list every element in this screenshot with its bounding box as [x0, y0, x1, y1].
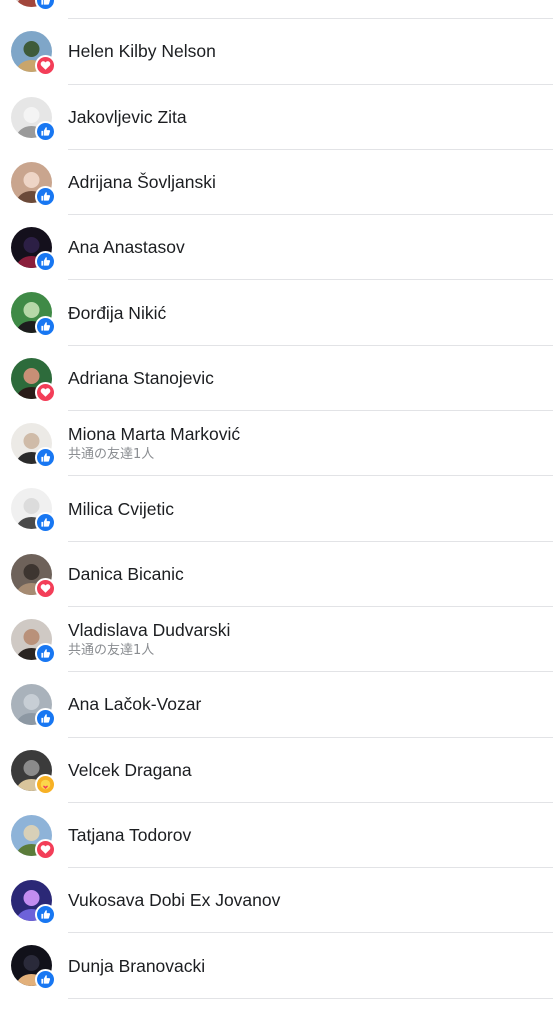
- like-icon: [35, 120, 56, 142]
- reaction-row[interactable]: Jakovljevic Zita: [0, 85, 553, 151]
- reaction-row-text: Adriana Stanojevic: [68, 346, 543, 411]
- like-icon: [35, 0, 56, 11]
- user-name[interactable]: Vladislava Dudvarski: [68, 620, 543, 641]
- like-icon: [35, 251, 56, 273]
- user-name[interactable]: Vukosava Dobi Ex Jovanov: [68, 890, 543, 911]
- avatar-container[interactable]: [11, 684, 56, 730]
- user-name[interactable]: Adriana Stanojevic: [68, 368, 543, 389]
- reaction-row[interactable]: Miona Marta Marković 共通の友達1人: [0, 411, 553, 477]
- reaction-row[interactable]: Ana Anastasov: [0, 215, 553, 281]
- reaction-row-text: Vladislava Dudvarski 共通の友達1人: [68, 607, 543, 672]
- avatar-container[interactable]: [11, 0, 56, 11]
- reactions-list: Marija Vladimir Prijić Helen Kilby Nelson…: [0, 0, 553, 1000]
- avatar-container[interactable]: [11, 357, 56, 403]
- user-name[interactable]: Ana Lačok-Vozar: [68, 694, 543, 715]
- avatar-container[interactable]: [11, 423, 56, 469]
- mutual-friends-label: 共通の友達1人: [68, 643, 155, 659]
- reaction-row[interactable]: Đorđija Nikić: [0, 280, 553, 347]
- user-name[interactable]: Milica Cvijetic: [68, 499, 543, 520]
- user-name[interactable]: Velcek Dragana: [68, 760, 543, 781]
- like-icon: [35, 708, 56, 730]
- reaction-row-text: Velcek Dragana: [68, 738, 543, 803]
- avatar-container[interactable]: [11, 618, 56, 664]
- avatar-container[interactable]: [11, 31, 56, 77]
- avatar-container[interactable]: [11, 161, 56, 207]
- reaction-row-text: Ana Anastasov: [68, 215, 543, 280]
- reaction-row-text: Vukosava Dobi Ex Jovanov: [68, 868, 543, 933]
- heart-icon: [35, 577, 56, 599]
- reaction-row[interactable]: Marija Vladimir Prijić: [0, 0, 553, 20]
- user-name[interactable]: Dunja Branovacki: [68, 956, 543, 977]
- reaction-row-text: Miona Marta Marković 共通の友達1人: [68, 411, 543, 476]
- user-name[interactable]: Tatjana Todorov: [68, 825, 543, 846]
- care-icon: [35, 773, 56, 795]
- heart-icon: [35, 381, 56, 403]
- user-name[interactable]: Jakovljevic Zita: [68, 107, 543, 128]
- reaction-row-text: Tatjana Todorov: [68, 803, 543, 868]
- avatar-container[interactable]: [11, 814, 56, 860]
- heart-icon: [35, 55, 56, 77]
- user-name[interactable]: Adrijana Šovljanski: [68, 172, 543, 193]
- like-icon: [35, 447, 56, 469]
- reaction-row-text: Jakovljevic Zita: [68, 85, 543, 150]
- reaction-row[interactable]: Dunja Branovacki: [0, 933, 553, 1000]
- like-icon: [35, 316, 56, 338]
- avatar-container[interactable]: [11, 292, 56, 338]
- reaction-row[interactable]: Velcek Dragana: [0, 738, 553, 804]
- reaction-row[interactable]: Adrijana Šovljanski: [0, 150, 553, 216]
- reaction-row-text: Adrijana Šovljanski: [68, 150, 543, 215]
- avatar-container[interactable]: [11, 488, 56, 534]
- heart-icon: [35, 838, 56, 860]
- user-name[interactable]: Helen Kilby Nelson: [68, 41, 543, 62]
- reaction-row[interactable]: Helen Kilby Nelson: [0, 19, 553, 85]
- like-icon: [35, 969, 56, 991]
- reaction-row[interactable]: Adriana Stanojevic: [0, 346, 553, 412]
- avatar-container[interactable]: [11, 880, 56, 926]
- reaction-row[interactable]: Milica Cvijetic: [0, 476, 553, 542]
- user-name[interactable]: Miona Marta Marković: [68, 424, 543, 445]
- reaction-row-text: Danica Bicanic: [68, 542, 543, 607]
- avatar-container[interactable]: [11, 96, 56, 142]
- avatar-container[interactable]: [11, 945, 56, 991]
- reaction-row-text: Đorđija Nikić: [68, 280, 543, 345]
- user-name[interactable]: Danica Bicanic: [68, 564, 543, 585]
- user-name[interactable]: Đorđija Nikić: [68, 303, 543, 324]
- reaction-row[interactable]: Danica Bicanic: [0, 542, 553, 608]
- reaction-row[interactable]: Ana Lačok-Vozar: [0, 672, 553, 738]
- mutual-friends-label: 共通の友達1人: [68, 447, 155, 463]
- like-icon: [35, 185, 56, 207]
- avatar-container[interactable]: [11, 749, 56, 795]
- reaction-row[interactable]: Vukosava Dobi Ex Jovanov: [0, 868, 553, 934]
- reaction-row[interactable]: Tatjana Todorov: [0, 803, 553, 869]
- reaction-row[interactable]: Vladislava Dudvarski 共通の友達1人: [0, 607, 553, 673]
- reaction-row-text: Marija Vladimir Prijić: [68, 0, 543, 19]
- reaction-row-text: Milica Cvijetic: [68, 476, 543, 541]
- reaction-row-text: Ana Lačok-Vozar: [68, 672, 543, 737]
- avatar-container[interactable]: [11, 227, 56, 273]
- like-icon: [35, 642, 56, 664]
- like-icon: [35, 904, 56, 926]
- avatar-container[interactable]: [11, 553, 56, 599]
- reaction-row-text: Helen Kilby Nelson: [68, 19, 543, 84]
- like-icon: [35, 512, 56, 534]
- reaction-row-text: Dunja Branovacki: [68, 933, 543, 998]
- user-name[interactable]: Ana Anastasov: [68, 237, 543, 258]
